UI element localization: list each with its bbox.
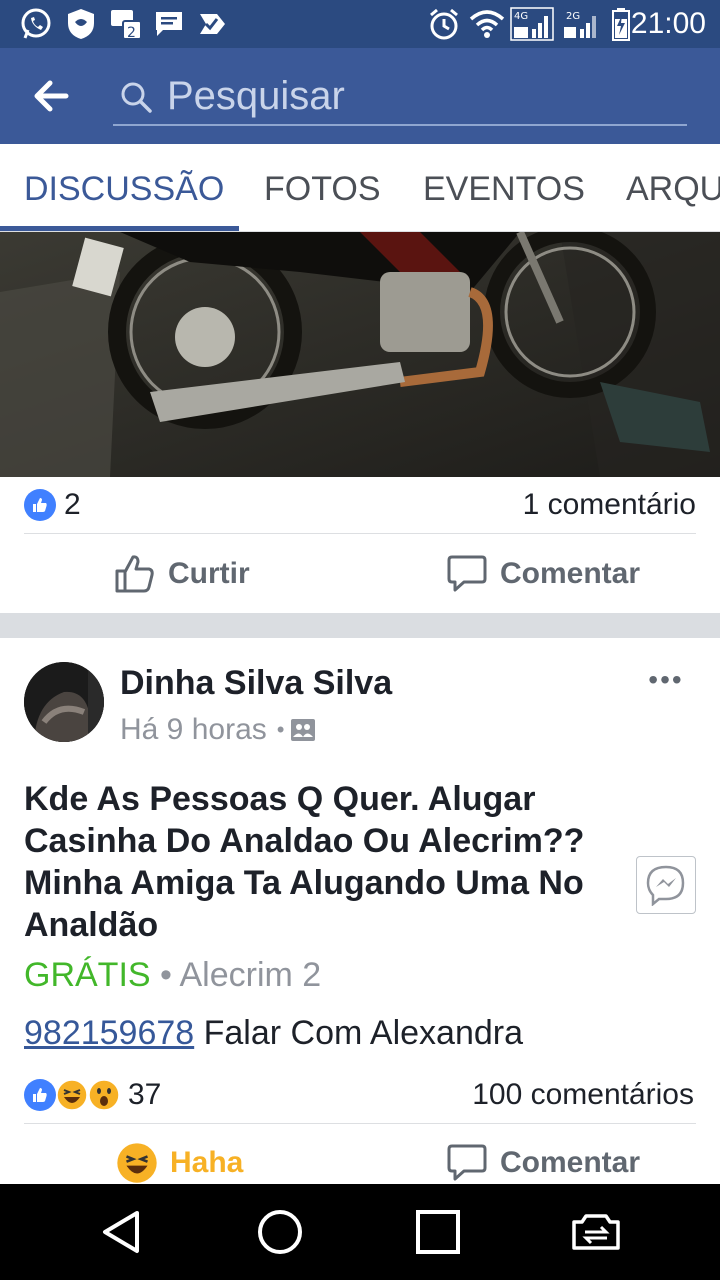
check-icon <box>196 6 230 42</box>
group-tabs: DISCUSSÃO FOTOS EVENTOS ARQU <box>0 144 720 232</box>
post1-comment-count[interactable]: 1 comentário <box>523 478 696 532</box>
group-audience-icon <box>291 719 316 741</box>
nav-back-button[interactable] <box>92 1202 152 1262</box>
message-icon <box>152 6 186 42</box>
tab-eventos[interactable]: EVENTOS <box>423 144 585 231</box>
feed-separator <box>0 613 720 638</box>
more-options-button[interactable]: ••• <box>640 664 692 698</box>
thumbs-up-icon <box>115 555 154 593</box>
clock: 21:00 <box>630 7 706 40</box>
square-recents-icon <box>416 1210 460 1254</box>
app-header <box>0 48 720 144</box>
active-tab-indicator <box>0 226 239 231</box>
listing-location: • Alecrim 2 <box>160 956 322 994</box>
search-bar[interactable] <box>113 70 687 126</box>
comment-button[interactable]: Comentar <box>446 534 640 614</box>
listing-price: GRÁTIS <box>24 956 151 994</box>
haha-label: Haha <box>170 1146 244 1179</box>
post2-reaction-count[interactable]: 37 <box>128 1068 161 1122</box>
search-input[interactable] <box>167 70 677 122</box>
search-icon <box>121 82 152 113</box>
like-button[interactable]: Curtir <box>114 534 250 614</box>
alarm-icon <box>426 6 462 42</box>
svg-text:4G: 4G <box>514 11 528 22</box>
contact-line: 982159678 Falar Com Alexandra <box>24 1010 523 1056</box>
circle-home-icon <box>258 1210 302 1254</box>
nav-switch-button[interactable] <box>566 1202 626 1262</box>
avatar[interactable] <box>24 662 104 742</box>
battery-icon <box>610 6 632 42</box>
post-photo[interactable] <box>0 232 720 477</box>
post-time[interactable]: Há 9 horas <box>120 708 267 752</box>
comment-icon <box>447 1144 487 1181</box>
like-label: Curtir <box>168 557 250 590</box>
like-reaction-icon <box>24 1079 56 1111</box>
svg-text:2G: 2G <box>566 11 580 22</box>
svg-text:2: 2 <box>127 25 136 41</box>
dual-window-icon <box>572 1214 620 1250</box>
message-seller-button[interactable] <box>636 856 696 914</box>
post-text: Kde As Pessoas Q Quer. Alugar Casinha Do… <box>24 780 585 944</box>
tab-discussao[interactable]: DISCUSSÃO <box>24 144 224 231</box>
phone-link[interactable]: 982159678 <box>24 1014 194 1052</box>
triangle-back-icon <box>103 1211 139 1253</box>
haha-reaction-icon <box>56 1079 88 1111</box>
tab-fotos[interactable]: FOTOS <box>264 144 381 231</box>
tab-arquivos[interactable]: ARQU <box>626 144 720 231</box>
whatsapp-icon <box>18 6 54 42</box>
status-bar: 2 4G 2G 21:00 <box>0 0 720 48</box>
listing-price-line: GRÁTIS • Alecrim 2 <box>24 952 321 998</box>
post1-stats: 2 1 comentário <box>24 478 696 532</box>
comment-icon <box>447 555 487 592</box>
like-reaction-icon <box>24 489 56 521</box>
arrow-left-icon <box>34 80 69 112</box>
comment-label: Comentar <box>500 1146 641 1179</box>
contact-text: Falar Com Alexandra <box>194 1014 523 1052</box>
haha-icon <box>117 1143 157 1183</box>
post2-comment-count[interactable]: 100 comentários <box>472 1068 694 1122</box>
post-author[interactable]: Dinha Silva Silva <box>120 660 392 706</box>
wow-reaction-icon <box>88 1079 120 1111</box>
system-nav-bar <box>0 1184 720 1280</box>
meta-separator: • <box>276 717 285 742</box>
post1-like-count[interactable]: 2 <box>64 478 81 532</box>
nav-recents-button[interactable] <box>408 1202 468 1262</box>
post-meta: Há 9 horas • <box>120 708 316 752</box>
nav-home-button[interactable] <box>250 1202 310 1262</box>
comment-label: Comentar <box>500 557 641 590</box>
sim-2-icon: 2 <box>108 6 144 42</box>
messenger-icon <box>646 865 685 906</box>
signal-2g-icon: 2G <box>560 6 602 42</box>
back-button[interactable] <box>30 76 80 116</box>
post2-stats: 37 100 comentários <box>24 1068 696 1122</box>
signal-4g-icon: 4G <box>510 6 554 42</box>
wifi-icon <box>468 6 506 42</box>
shield-icon <box>64 6 98 42</box>
